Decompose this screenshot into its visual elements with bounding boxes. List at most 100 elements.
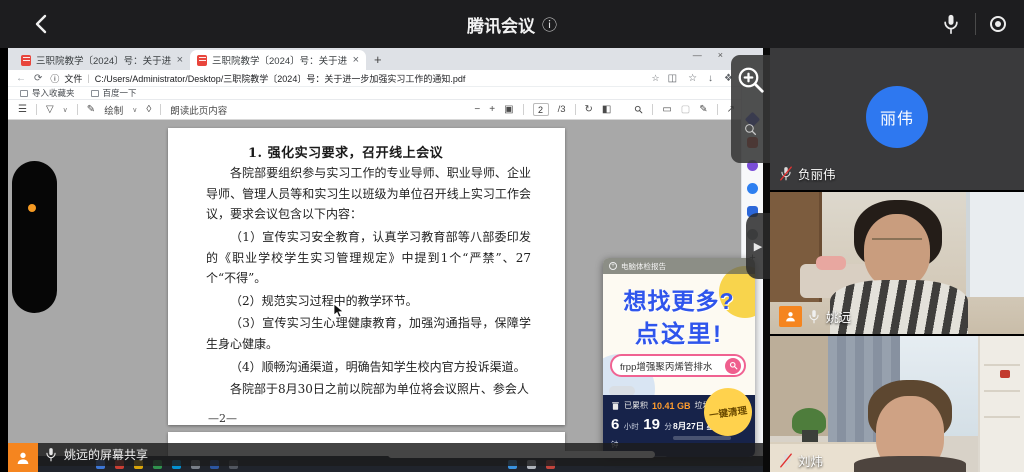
participant-tile-yaoyuan[interactable]: 姚远 [770, 192, 1024, 334]
pdf-file-icon [21, 55, 31, 66]
nav-back-icon[interactable]: ← [16, 73, 26, 84]
meeting-info-icon[interactable]: ⓘ [542, 14, 557, 35]
sharer-mic-icon [44, 447, 58, 462]
tab-title: 三职院教学〔2024〕号：关于进 [212, 53, 348, 67]
topbar-divider [975, 13, 976, 35]
popup-app-icon: + [609, 262, 617, 270]
popup-title: 电脑体检报告 [621, 261, 666, 272]
popup-search-icon[interactable] [725, 358, 741, 374]
uptime-hours-unit: 小时 [624, 422, 639, 431]
bookmark-import-favorites[interactable]: 导入收藏夹 [20, 87, 75, 99]
participant-name: 刘炜 [798, 451, 823, 470]
sharing-badge [779, 306, 802, 327]
zoom-out-icon[interactable]: − [474, 104, 480, 115]
eraser-icon[interactable]: ◊ [146, 104, 151, 115]
microphone-button[interactable] [941, 13, 961, 35]
draw-caret-icon[interactable]: ∨ [132, 106, 137, 114]
microphone-icon [941, 13, 961, 35]
edit-icon[interactable]: ✎ [699, 104, 707, 115]
highlighter-icon[interactable]: ▽ [46, 104, 54, 115]
mouse-cursor [333, 303, 344, 318]
sidebar-expand-button[interactable]: ▶ [746, 213, 770, 279]
comment-icon[interactable]: ▭ [662, 104, 671, 115]
disabled-tool-icon: ▢ [681, 104, 690, 115]
pdf-toolbar: ☰ ▽ ∨ ✎ 绘制 ∨ ◊ 朗读此页内容 − + ▣ 2 /3 [8, 100, 763, 120]
tab-close-icon[interactable]: × [353, 54, 359, 66]
file-scheme-label: 文件 [64, 72, 82, 85]
camera-indicator-dot [28, 204, 36, 212]
tab-close-icon[interactable]: × [177, 54, 183, 66]
browser-tab-1[interactable]: 三职院教学〔2024〕号：关于进 × [14, 50, 190, 70]
new-tab-button[interactable]: + [374, 50, 382, 70]
garbage-prefix: 已累积 [624, 400, 648, 411]
document-paragraph: （1）宣传实习安全教育，认真学习教育部等八部委印发的《职业学校学生实习管理规定》… [206, 227, 531, 289]
document-paragraph: （4）顺畅沟通渠道，明确告知学生校内官方投诉渠道。 [206, 357, 531, 378]
avatar: 丽伟 [866, 86, 928, 148]
popup-titlebar: + 电脑体检报告 [603, 258, 755, 274]
muted-mic-icon [779, 453, 793, 468]
url-text: C:/Users/Administrator/Desktop/三职院教学〔202… [95, 72, 466, 85]
page-view-icon[interactable]: ◧ [602, 104, 611, 115]
download-icon[interactable]: ↓ [708, 73, 713, 84]
bookmarks-bar: 导入收藏夹 百度一下 [8, 87, 763, 100]
participant-name: 姚远 [826, 307, 851, 326]
page-info-icon[interactable]: ⓘ [50, 72, 59, 85]
url-divider: | [87, 73, 89, 83]
nav-refresh-icon[interactable]: ⟳ [34, 73, 42, 84]
fit-page-icon[interactable]: ▣ [504, 104, 513, 115]
popup-headline-1: 想找更多? [603, 282, 755, 316]
browser-tab-2-active[interactable]: 三职院教学〔2024〕号：关于进 × [190, 50, 366, 70]
bookmark-label: 百度一下 [103, 87, 137, 99]
tools-icon[interactable] [747, 183, 758, 194]
person-icon [784, 310, 797, 323]
zoom-in-magnifier-icon[interactable] [736, 65, 766, 95]
play-arrow-icon: ▶ [754, 240, 762, 253]
rotate-icon[interactable]: ↻ [585, 104, 593, 115]
shared-screen-view[interactable]: 三职院教学〔2024〕号：关于进 × 三职院教学〔2024〕号：关于进 × + … [8, 48, 770, 472]
page-total-label: /3 [558, 104, 566, 115]
muted-mic-icon [779, 166, 793, 181]
bookmark-star-icon[interactable]: ☆ [652, 73, 660, 84]
screen-share-statusbar: 姚远的屏幕共享 [8, 443, 763, 466]
highlighter-caret-icon[interactable]: ∨ [63, 106, 68, 114]
garbage-value: 10.41 GB [652, 401, 691, 411]
share-status-label: 姚远的屏幕共享 [64, 446, 148, 463]
participant-tile-fuliwei[interactable]: 丽伟 负丽伟 [770, 48, 1024, 190]
split-screen-icon[interactable]: ◫ [668, 73, 677, 84]
zoom-in-icon[interactable]: + [489, 104, 495, 115]
url-field[interactable]: ⓘ 文件 | C:/Users/Administrator/Desktop/三职… [50, 72, 659, 85]
toc-menu-icon[interactable]: ☰ [18, 104, 27, 115]
person-icon [15, 450, 31, 466]
document-paragraph: （2）规范实习过程中的教学环节。 [206, 291, 531, 312]
popup-search-box[interactable]: frpp增强聚丙烯管排水 [610, 354, 746, 377]
favorites-icon[interactable]: ☆ [688, 73, 697, 84]
browser-address-bar: ← ⟳ ⓘ 文件 | C:/Users/Administrator/Deskto… [8, 70, 763, 87]
screen-zoom-overlay [731, 55, 770, 163]
record-button[interactable] [990, 16, 1006, 32]
window-close-icon[interactable]: × [718, 50, 723, 60]
draw-pen-icon[interactable]: ✎ [87, 104, 95, 115]
cleaner-ad-popup[interactable]: + 电脑体检报告 想找更多? 点这里! frpp增强聚丙烯管排水 一键清理 [603, 258, 755, 457]
document-page-number: —2— [208, 412, 531, 425]
active-mic-icon [807, 309, 821, 324]
pdf-page-2: 1. 强化实习要求，召开线上会议 各院部要组织参与实习工作的专业导师、职业导师、… [168, 128, 565, 425]
page-icon [91, 90, 99, 97]
document-paragraph: 各院部要组织参与实习工作的专业导师、职业导师、企业 导师、管理人员等和实习生以班… [206, 163, 531, 225]
zoom-out-magnifier-icon[interactable] [744, 123, 757, 136]
meeting-title: 腾讯会议 [467, 12, 535, 37]
page-number-input[interactable]: 2 [533, 103, 549, 116]
camera-cutout [12, 161, 57, 313]
draw-label[interactable]: 绘制 [104, 103, 123, 117]
meeting-topbar: 腾讯会议 ⓘ [0, 0, 1024, 48]
read-aloud-button[interactable]: 朗读此页内容 [170, 103, 227, 117]
trash-icon [611, 401, 620, 411]
bookmark-baidu[interactable]: 百度一下 [91, 87, 137, 99]
window-minimize-icon[interactable]: — [693, 50, 702, 60]
document-paragraph: 各院部于8月30日之前以院部为单位将会议照片、参会人 [206, 379, 531, 400]
tab-title: 三职院教学〔2024〕号：关于进 [36, 53, 172, 67]
uptime-minutes: 19 [643, 416, 660, 433]
uptime-hours: 6 [611, 416, 619, 433]
browser-tabstrip: 三职院教学〔2024〕号：关于进 × 三职院教学〔2024〕号：关于进 × + … [8, 48, 763, 70]
participant-tile-liuwei[interactable]: 刘炜 [770, 336, 1024, 472]
search-icon[interactable] [634, 105, 643, 114]
